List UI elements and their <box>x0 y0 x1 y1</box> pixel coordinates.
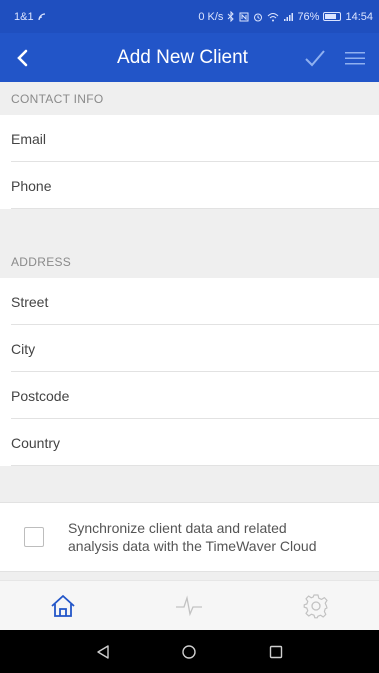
section-spacer <box>0 466 379 502</box>
country-placeholder: Country <box>11 434 61 451</box>
chevron-left-icon <box>17 49 28 66</box>
menu-button[interactable] <box>335 33 375 82</box>
battery-icon <box>323 12 342 21</box>
page-title: Add New Client <box>117 46 248 68</box>
sync-option[interactable]: Synchronize client data and related anal… <box>0 502 379 572</box>
save-button[interactable] <box>295 33 335 82</box>
street-field[interactable]: Street <box>0 278 379 325</box>
gear-icon <box>303 593 328 618</box>
tab-home[interactable] <box>23 581 103 631</box>
square-recents-icon <box>269 645 283 658</box>
signal-icon <box>284 12 294 21</box>
hamburger-menu-icon <box>345 51 365 64</box>
email-field[interactable]: Email <box>0 115 379 162</box>
client-form: CONTACT INFO Email Phone ADDRESS Street … <box>0 82 379 602</box>
clock: 14:54 <box>345 10 373 23</box>
circle-home-icon <box>182 644 197 659</box>
nfc-icon <box>239 12 249 21</box>
section-header-contact-info: CONTACT INFO <box>0 82 379 115</box>
tab-analysis[interactable] <box>149 581 229 631</box>
email-placeholder: Email <box>11 130 47 147</box>
system-recents-button[interactable] <box>256 630 296 673</box>
checkmark-icon <box>305 49 325 66</box>
app-bar: Add New Client <box>0 33 379 82</box>
battery-percent: 76% <box>297 10 320 23</box>
street-placeholder: Street <box>11 293 49 310</box>
system-back-button[interactable] <box>83 630 123 673</box>
country-field[interactable]: Country <box>0 419 379 466</box>
wifi-icon <box>268 12 279 21</box>
bluetooth-icon <box>228 11 235 22</box>
triangle-back-icon <box>97 644 109 659</box>
home-icon <box>51 594 75 617</box>
tab-settings[interactable] <box>276 581 356 631</box>
section-spacer <box>0 209 379 245</box>
city-field[interactable]: City <box>0 325 379 372</box>
phone-field[interactable]: Phone <box>0 162 379 209</box>
sync-label-line1: Synchronize client data and related <box>68 520 287 536</box>
alarm-icon <box>254 13 263 21</box>
pulse-icon <box>176 594 203 616</box>
network-speed: 0 K/s <box>198 10 224 23</box>
phone-placeholder: Phone <box>11 177 52 194</box>
status-left: 1&1 <box>14 11 48 23</box>
bottom-tab-bar <box>0 580 379 630</box>
section-header-address: ADDRESS <box>0 245 379 278</box>
city-placeholder: City <box>11 340 36 357</box>
status-bar: 1&1 0 K/s 76% 14:54 <box>0 0 379 33</box>
carrier-label: 1&1 <box>14 10 34 23</box>
status-right: 0 K/s 76% 14:54 <box>198 11 373 23</box>
cast-icon <box>37 12 45 20</box>
sync-label: Synchronize client data and related anal… <box>68 519 316 555</box>
postcode-field[interactable]: Postcode <box>0 372 379 419</box>
back-button[interactable] <box>0 33 44 82</box>
postcode-placeholder: Postcode <box>11 387 70 404</box>
system-home-button[interactable] <box>169 630 209 673</box>
sync-checkbox[interactable] <box>24 527 44 547</box>
sync-label-line2: analysis data with the TimeWaver Cloud <box>68 538 317 554</box>
system-navigation-bar <box>0 630 379 673</box>
